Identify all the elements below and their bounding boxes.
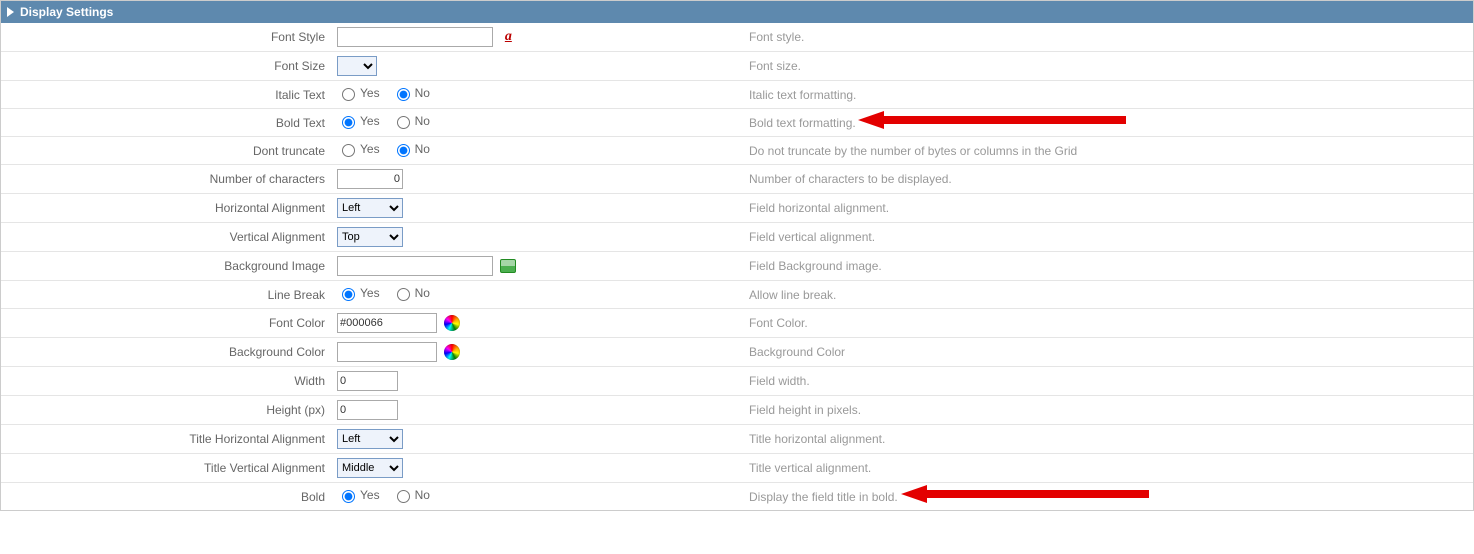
row-thalign: Title Horizontal Alignment Left Title ho…: [1, 425, 1473, 454]
desc-thalign: Title horizontal alignment.: [743, 425, 1473, 454]
radio-truncate-yes[interactable]: [342, 144, 355, 157]
radio-label-no: No: [415, 142, 430, 156]
row-bgcolor: Background Color Background Color: [1, 338, 1473, 367]
input-font-style[interactable]: [337, 27, 493, 47]
desc-halign: Field horizontal alignment.: [743, 194, 1473, 223]
select-tvalign[interactable]: Middle: [337, 458, 403, 478]
desc-valign: Field vertical alignment.: [743, 223, 1473, 252]
desc-bgcolor: Background Color: [743, 338, 1473, 367]
radio-label-yes: Yes: [360, 114, 380, 128]
radio-label-no: No: [415, 86, 430, 100]
row-halign: Horizontal Alignment Left Field horizont…: [1, 194, 1473, 223]
label-bold: Bold Text: [1, 109, 331, 137]
radio-label-yes: Yes: [360, 142, 380, 156]
label-italic: Italic Text: [1, 81, 331, 109]
image-picker-icon[interactable]: [500, 259, 516, 273]
desc-width: Field width.: [743, 367, 1473, 396]
color-picker-icon[interactable]: [444, 344, 460, 360]
desc-truncate: Do not truncate by the number of bytes o…: [743, 137, 1473, 165]
row-linebreak: Line Break Yes No Allow line break.: [1, 281, 1473, 309]
radio-italic-no[interactable]: [397, 88, 410, 101]
radio-label-yes: Yes: [360, 286, 380, 300]
desc-bgimg: Field Background image.: [743, 252, 1473, 281]
label-tvalign: Title Vertical Alignment: [1, 454, 331, 483]
desc-italic: Italic text formatting.: [743, 81, 1473, 109]
row-bgimg: Background Image Field Background image.: [1, 252, 1473, 281]
radio-tbold-yes[interactable]: [342, 490, 355, 503]
input-width[interactable]: [337, 371, 398, 391]
panel-header[interactable]: Display Settings: [1, 1, 1473, 23]
radio-label-yes: Yes: [360, 86, 380, 100]
desc-title-bold-text: Display the field title in bold.: [749, 490, 898, 504]
desc-font-style: Font style.: [743, 23, 1473, 52]
row-font-size: Font Size Font size.: [1, 52, 1473, 81]
label-bgimg: Background Image: [1, 252, 331, 281]
row-height: Height (px) Field height in pixels.: [1, 396, 1473, 425]
radio-tbold-no[interactable]: [397, 490, 410, 503]
row-tvalign: Title Vertical Alignment Middle Title ve…: [1, 454, 1473, 483]
row-italic: Italic Text Yes No Italic text formattin…: [1, 81, 1473, 109]
desc-bold-text: Bold text formatting.: [749, 116, 856, 130]
radio-linebreak-no[interactable]: [397, 288, 410, 301]
row-numchars: Number of characters Number of character…: [1, 165, 1473, 194]
radio-bold-yes[interactable]: [342, 116, 355, 129]
input-bgimg[interactable]: [337, 256, 493, 276]
label-height: Height (px): [1, 396, 331, 425]
radio-label-no: No: [415, 114, 430, 128]
radio-label-no: No: [415, 488, 430, 502]
input-height[interactable]: [337, 400, 398, 420]
label-thalign: Title Horizontal Alignment: [1, 425, 331, 454]
label-truncate: Dont truncate: [1, 137, 331, 165]
input-fontcolor[interactable]: [337, 313, 437, 333]
desc-tvalign: Title vertical alignment.: [743, 454, 1473, 483]
input-numchars[interactable]: [337, 169, 403, 189]
label-title-bold: Bold: [1, 483, 331, 511]
radio-linebreak-yes[interactable]: [342, 288, 355, 301]
desc-numchars: Number of characters to be displayed.: [743, 165, 1473, 194]
radio-italic-yes[interactable]: [342, 88, 355, 101]
font-picker-icon[interactable]: a: [500, 29, 516, 45]
desc-height: Field height in pixels.: [743, 396, 1473, 425]
row-valign: Vertical Alignment Top Field vertical al…: [1, 223, 1473, 252]
label-width: Width: [1, 367, 331, 396]
select-valign[interactable]: Top: [337, 227, 403, 247]
display-settings-panel: Display Settings Font Style a Font style…: [0, 0, 1474, 511]
radio-truncate-no[interactable]: [397, 144, 410, 157]
label-halign: Horizontal Alignment: [1, 194, 331, 223]
label-font-size: Font Size: [1, 52, 331, 81]
row-font-style: Font Style a Font style.: [1, 23, 1473, 52]
label-font-style: Font Style: [1, 23, 331, 52]
row-title-bold: Bold Yes No Display the field title in b…: [1, 483, 1473, 511]
row-truncate: Dont truncate Yes No Do not truncate by …: [1, 137, 1473, 165]
desc-font-size: Font size.: [743, 52, 1473, 81]
label-bgcolor: Background Color: [1, 338, 331, 367]
panel-title: Display Settings: [20, 5, 113, 19]
desc-bold: Bold text formatting.: [743, 109, 1473, 137]
settings-table: Font Style a Font style. Font Size Font …: [1, 23, 1473, 510]
select-halign[interactable]: Left: [337, 198, 403, 218]
color-picker-icon[interactable]: [444, 315, 460, 331]
annotation-arrow-icon: [901, 485, 1151, 505]
label-fontcolor: Font Color: [1, 309, 331, 338]
input-bgcolor[interactable]: [337, 342, 437, 362]
annotation-arrow-icon: [858, 111, 1128, 131]
desc-linebreak: Allow line break.: [743, 281, 1473, 309]
radio-bold-no[interactable]: [397, 116, 410, 129]
radio-label-yes: Yes: [360, 488, 380, 502]
label-valign: Vertical Alignment: [1, 223, 331, 252]
select-font-size[interactable]: [337, 56, 377, 76]
desc-fontcolor: Font Color.: [743, 309, 1473, 338]
desc-title-bold: Display the field title in bold.: [743, 483, 1473, 511]
radio-label-no: No: [415, 286, 430, 300]
row-bold: Bold Text Yes No Bold text formatting.: [1, 109, 1473, 137]
row-fontcolor: Font Color Font Color.: [1, 309, 1473, 338]
row-width: Width Field width.: [1, 367, 1473, 396]
select-thalign[interactable]: Left: [337, 429, 403, 449]
label-numchars: Number of characters: [1, 165, 331, 194]
collapse-icon: [7, 7, 14, 17]
label-linebreak: Line Break: [1, 281, 331, 309]
